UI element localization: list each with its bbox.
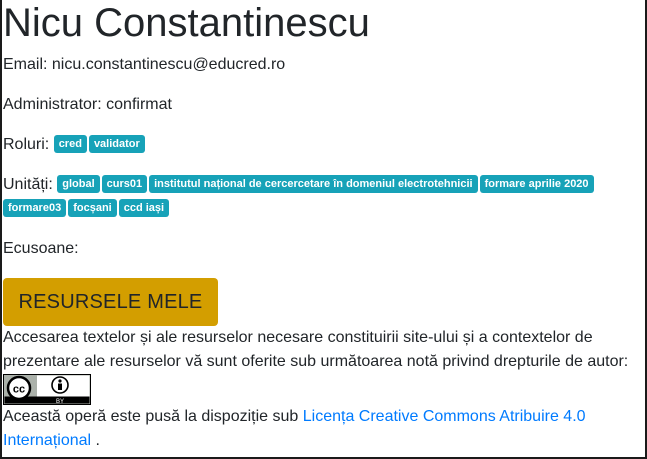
license-statement-suffix: . bbox=[95, 432, 100, 449]
license-statement-prefix: Această operă este pusă la dispoziție su… bbox=[3, 408, 299, 425]
unit-badge: curs01 bbox=[101, 175, 148, 193]
unit-badge: ccd iași bbox=[118, 199, 170, 217]
unit-badge: focșani bbox=[68, 199, 117, 217]
window-left-border bbox=[0, 0, 2, 459]
roles-row: Roluri: cred validator bbox=[3, 134, 147, 156]
role-badge: validator bbox=[88, 135, 145, 153]
license-statement: Această operă este pusă la dispoziție su… bbox=[3, 405, 643, 453]
admin-row: Administrator: confirmat bbox=[3, 94, 172, 116]
units-row-continued: formare03 focșani ccd iași bbox=[3, 198, 171, 220]
badges-row: Ecusoane: bbox=[3, 238, 79, 260]
profile-name-heading: Nicu Constantinescu bbox=[3, 1, 370, 45]
badges-label: Ecusoane: bbox=[3, 240, 79, 257]
admin-status: confirmat bbox=[106, 96, 172, 113]
unit-badge: global bbox=[57, 175, 100, 193]
unit-badge: formare aprilie 2020 bbox=[479, 175, 594, 193]
email-value: nicu.constantinescu@educred.ro bbox=[51, 56, 286, 73]
license-intro: Accesarea textelor și ale resurselor nec… bbox=[3, 329, 629, 370]
cc-text: cc bbox=[13, 384, 25, 396]
units-row: Unități: global curs01 institutul național… bbox=[3, 174, 596, 196]
cc-by-license-icon[interactable]: cc BY bbox=[3, 374, 91, 405]
email-row: Email: nicu.constantinescu@educred.ro bbox=[3, 54, 285, 76]
roles-label: Roluri: bbox=[3, 136, 50, 153]
my-resources-button[interactable]: RESURSELE MELE bbox=[3, 278, 218, 326]
email-label: Email: bbox=[3, 56, 48, 73]
units-label: Unități: bbox=[3, 176, 53, 193]
unit-badge: formare03 bbox=[3, 199, 67, 217]
profile-page: Nicu Constantinescu Email: nicu.constant… bbox=[3, 0, 647, 459]
admin-label: Administrator: bbox=[3, 96, 102, 113]
role-badge: cred bbox=[53, 135, 87, 153]
unit-badge: institutul național de cercercetare în d… bbox=[149, 175, 478, 193]
